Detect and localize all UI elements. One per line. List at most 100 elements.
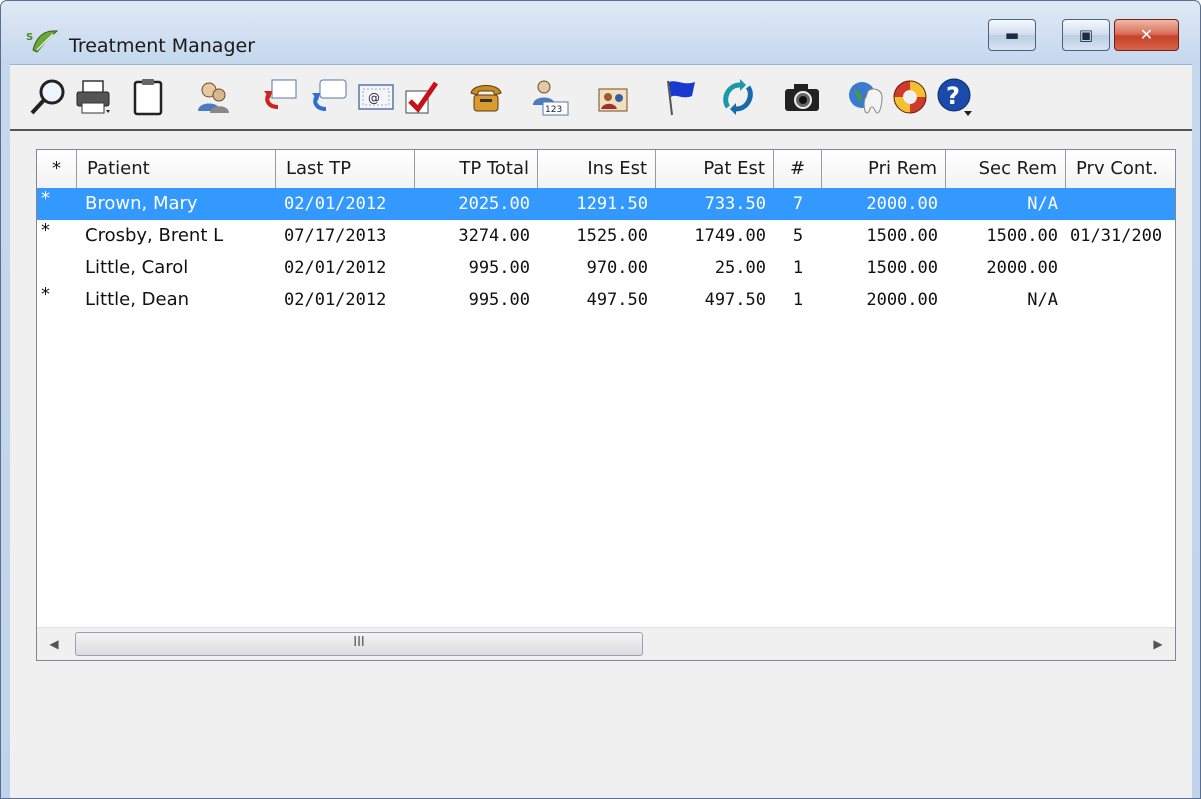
patients-icon [198,82,229,113]
patients-button[interactable] [190,75,234,119]
cell-sec-rem: N/A [1027,290,1058,310]
maximize-icon: ▣ [1078,26,1094,44]
column-header-pat-est[interactable]: Pat Est [656,150,774,188]
patient-number-button[interactable]: 123 [528,75,572,119]
printer-icon [76,80,110,114]
treatment-table[interactable]: * Patient Last TP TP Total Ins Est Pat E… [36,149,1176,661]
help-icon: ? [937,78,972,116]
lifesaver-button[interactable] [888,75,932,119]
cell-patient: Little, Carol [85,257,189,278]
clipboard-button[interactable] [126,75,170,119]
patient-number-icon: 123 [533,80,569,116]
magnifier-icon [30,79,65,115]
table-header: * Patient Last TP TP Total Ins Est Pat E… [37,150,1175,189]
cell-last-tp: 07/17/2013 [284,226,387,246]
cell-sec-rem: N/A [1027,194,1058,214]
cell-ins-est: 497.50 [586,290,648,310]
clipboard-icon [133,79,163,116]
window-title: Treatment Manager [69,35,256,57]
column-header-ins-est[interactable]: Ins Est [538,150,656,188]
cell-sec-rem: 1500.00 [986,226,1058,246]
treatment-manager-window: S Treatment Manager ▬ ▣ ✕ @ 123 ? * Pati… [0,0,1201,799]
letter-icon [264,79,297,109]
table-row[interactable]: * Brown, Mary 02/01/2012 2025.00 1291.50… [37,188,1175,220]
message-icon [312,79,347,111]
family-button[interactable] [592,75,636,119]
table-row[interactable]: * Crosby, Brent L 07/17/2013 3274.00 152… [37,220,1175,252]
column-header-last-tp[interactable]: Last TP [276,150,415,188]
lifesaver-icon [893,80,927,114]
scroll-left-arrow-icon[interactable]: ◀ [41,635,67,653]
message-button[interactable] [306,75,350,119]
svg-text:@: @ [368,91,380,105]
cell-pri-rem: 2000.00 [866,290,938,310]
cell-patient: Little, Dean [85,289,190,310]
print-button[interactable] [72,75,116,119]
cell-pat-est: 25.00 [714,258,766,278]
cell-tp-total: 995.00 [468,258,530,278]
cell-ins-est: 1291.50 [576,194,648,214]
column-header-star[interactable]: * [37,150,77,188]
magnifier-button[interactable] [26,75,70,119]
camera-button[interactable] [780,75,824,119]
cell-count: 1 [792,290,804,310]
cell-pat-est: 733.50 [704,194,766,214]
cell-tp-total: 3274.00 [458,226,530,246]
cell-tp-total: 2025.00 [458,194,530,214]
cell-pat-est: 497.50 [704,290,766,310]
refresh-icon [723,79,753,115]
cell-prv-cont [1066,252,1175,284]
email-button[interactable]: @ [354,75,398,119]
close-button[interactable]: ✕ [1114,19,1179,51]
column-header-patient[interactable]: Patient [77,150,276,188]
checkmark-icon [405,81,439,114]
svg-text:123: 123 [545,105,562,115]
cell-pri-rem: 1500.00 [866,226,938,246]
svg-text:S: S [26,32,33,43]
email-icon: @ [358,84,394,110]
cell-pat-est: 1749.00 [694,226,766,246]
flag-button[interactable] [658,75,702,119]
horizontal-scrollbar[interactable]: ◀ III ▶ [37,627,1175,660]
title-bar[interactable]: S Treatment Manager ▬ ▣ ✕ [1,1,1200,57]
cell-pri-rem: 1500.00 [866,258,938,278]
cell-sec-rem: 2000.00 [986,258,1058,278]
scrollbar-thumb[interactable]: III [75,632,643,656]
maximize-button[interactable]: ▣ [1062,19,1110,51]
column-header-prv-cont[interactable]: Prv Cont. [1066,150,1175,188]
cell-star: * [41,188,50,209]
cell-last-tp: 02/01/2012 [284,194,387,214]
cell-patient: Brown, Mary [85,193,198,214]
table-row[interactable]: * Little, Dean 02/01/2012 995.00 497.50 … [37,284,1175,316]
letter-button[interactable] [256,75,300,119]
table-row[interactable]: Little, Carol 02/01/2012 995.00 970.00 2… [37,252,1175,284]
client-area: @ 123 ? * Patient Last TP TP Total Ins E… [10,64,1192,798]
cell-last-tp: 02/01/2012 [284,290,387,310]
cell-tp-total: 995.00 [468,290,530,310]
tooth-globe-button[interactable] [844,75,888,119]
cell-star: * [41,220,50,241]
minimize-icon: ▬ [1004,26,1020,44]
cell-prv-cont [1066,284,1175,316]
cell-star [37,252,77,284]
cell-count: 7 [792,194,804,214]
cell-count: 5 [792,226,804,246]
tooth-globe-icon [849,82,883,114]
scroll-right-arrow-icon[interactable]: ▶ [1145,635,1171,653]
close-icon: ✕ [1139,25,1154,44]
cell-last-tp: 02/01/2012 [284,258,387,278]
help-button[interactable]: ? [932,75,976,119]
app-logo-icon: S [26,30,59,53]
cell-pri-rem: 2000.00 [866,194,938,214]
column-header-tp-total[interactable]: TP Total [415,150,538,188]
minimize-button[interactable]: ▬ [988,19,1036,51]
column-header-pri-rem[interactable]: Pri Rem [822,150,946,188]
column-header-count[interactable]: # [774,150,822,188]
checkmark-button[interactable] [400,75,444,119]
cell-prv-cont [1066,188,1175,220]
camera-icon [785,84,819,111]
cell-star: * [41,284,50,305]
column-header-sec-rem[interactable]: Sec Rem [946,150,1066,188]
phone-button[interactable] [464,75,508,119]
refresh-button[interactable] [716,75,760,119]
